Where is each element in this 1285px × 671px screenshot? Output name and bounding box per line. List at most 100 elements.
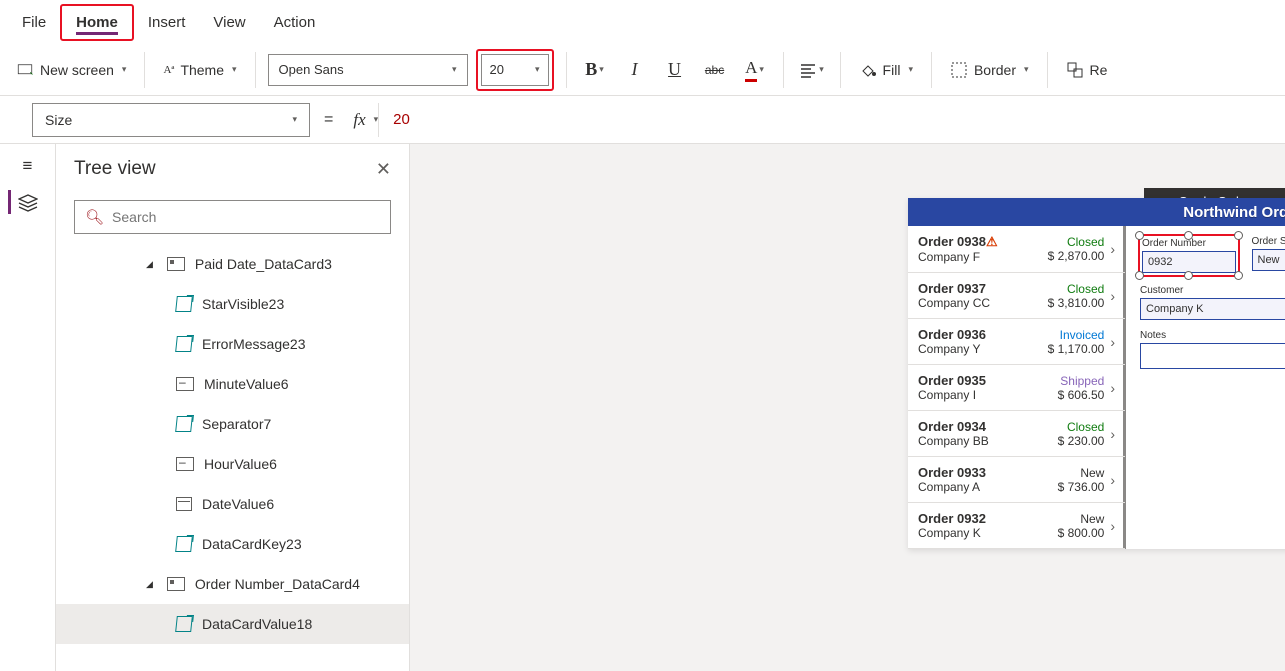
main-area: ≡ Tree view ✕ 🔍︎ ◢Paid Date_DataCard3 Sta… [0, 144, 1285, 671]
notes-label: Notes [1140, 330, 1285, 341]
tree-item[interactable]: DataCardValue18 [56, 604, 409, 644]
tree: ◢Paid Date_DataCard3 StarVisible23 ErrorMe… [56, 244, 409, 671]
property-name: Size [45, 112, 72, 128]
tree-item[interactable]: Separator7 [56, 404, 409, 444]
tree-item[interactable]: ◢Paid Date_DataCard3 [56, 244, 409, 284]
search-icon: 🔍︎ [85, 208, 104, 226]
font-size-value: 20 [490, 62, 504, 77]
equals-sign: = [310, 111, 347, 129]
order-list-item[interactable]: Order 0937Company CCClosed$ 3,810.00› [908, 273, 1125, 319]
chevron-right-icon: › [1110, 426, 1115, 442]
divider [566, 52, 567, 88]
tree-view-rail-icon[interactable] [18, 194, 38, 215]
tree-item-label: Paid Date_DataCard3 [195, 256, 332, 272]
tree-item-label: Order Number_DataCard4 [195, 576, 360, 592]
hamburger-icon[interactable]: ≡ [23, 156, 33, 176]
highlight-size: 20 ▾ [476, 49, 554, 91]
tree-item-label: DataCardKey23 [202, 536, 302, 552]
order-status-label: Order Status [1252, 236, 1285, 247]
tree-item[interactable]: ErrorMessage23 [56, 324, 409, 364]
font-select[interactable]: Open Sans ▾ [268, 54, 468, 86]
formula-bar: Size ▾ = fx ▾ 20 [0, 96, 1285, 144]
chevron-down-icon: ▾ [122, 64, 127, 75]
tree-item[interactable]: ◢Order Number_DataCard4 [56, 564, 409, 604]
tab-insert[interactable]: Insert [134, 6, 200, 39]
tree-item-label: DataCardValue18 [202, 616, 312, 632]
tab-view[interactable]: View [199, 6, 259, 39]
font-color-button[interactable]: A▾ [739, 54, 771, 86]
chevron-down-icon: ▾ [535, 64, 540, 75]
customer-select[interactable]: Company K [1140, 298, 1285, 320]
notes-input[interactable] [1140, 343, 1285, 369]
close-icon[interactable]: ✕ [376, 159, 391, 180]
customer-label: Customer [1140, 285, 1285, 296]
fill-icon [859, 61, 877, 79]
search-input[interactable] [112, 209, 380, 225]
formula-input[interactable]: 20 [378, 103, 1285, 137]
order-form: Order Number 0932 A Order Status New [1123, 226, 1285, 549]
order-list-item[interactable]: Order 0933Company ANew$ 736.00› [908, 457, 1125, 503]
tab-action[interactable]: Action [260, 6, 330, 39]
chevron-right-icon: › [1110, 518, 1115, 534]
new-screen-button[interactable]: New screen ▾ [10, 61, 132, 79]
divider [783, 52, 784, 88]
reorder-button[interactable]: Re [1060, 61, 1114, 79]
order-list-item[interactable]: Order 0932Company KNew$ 800.00› [908, 503, 1125, 549]
theme-button[interactable]: Aª Theme ▾ [157, 62, 242, 78]
bold-button[interactable]: B▾ [579, 54, 611, 86]
divider [1047, 52, 1048, 88]
fill-button[interactable]: Fill ▾ [853, 61, 919, 79]
search-box[interactable]: 🔍︎ [74, 200, 391, 234]
reorder-label: Re [1090, 62, 1108, 78]
border-icon [950, 61, 968, 79]
screen-icon [16, 61, 34, 79]
panel-title: Tree view [74, 158, 156, 180]
tab-file[interactable]: File [8, 6, 60, 39]
divider [255, 52, 256, 88]
divider [931, 52, 932, 88]
property-select[interactable]: Size ▾ [32, 103, 310, 137]
font-size-select[interactable]: 20 ▾ [481, 54, 549, 86]
order-list-item[interactable]: Order 0934Company BBClosed$ 230.00› [908, 411, 1125, 457]
tree-item-label: DateValue6 [202, 496, 274, 512]
tree-item-label: MinuteValue6 [204, 376, 289, 392]
chevron-right-icon: › [1110, 472, 1115, 488]
chevron-down-icon: ▾ [232, 64, 237, 75]
order-number-card[interactable]: Order Number 0932 [1138, 234, 1240, 277]
left-rail: ≡ [0, 144, 56, 671]
chevron-down-icon: ▾ [292, 114, 297, 125]
divider [144, 52, 145, 88]
tree-item-label: HourValue6 [204, 456, 277, 472]
order-number-input[interactable]: 0932 [1142, 251, 1236, 273]
tree-item-label: StarVisible23 [202, 296, 284, 312]
chevron-right-icon: › [1110, 334, 1115, 350]
menubar: File Home Insert View Action [0, 0, 1285, 44]
font-name: Open Sans [279, 62, 344, 77]
theme-label: Theme [180, 62, 224, 78]
tree-item[interactable]: DateValue6 [56, 484, 409, 524]
tree-item[interactable]: MinuteValue6 [56, 364, 409, 404]
tree-view-panel: Tree view ✕ 🔍︎ ◢Paid Date_DataCard3 StarV… [56, 144, 410, 671]
order-status-select[interactable]: New [1252, 249, 1285, 271]
order-list-item[interactable]: Order 0936Company YInvoiced$ 1,170.00› [908, 319, 1125, 365]
order-list-item[interactable]: Order 0938⚠Company FClosed$ 2,870.00› [908, 226, 1125, 273]
tree-item-label: Separator7 [202, 416, 271, 432]
align-button[interactable]: ▾ [796, 54, 828, 86]
chevron-right-icon: › [1110, 288, 1115, 304]
italic-button[interactable]: I [619, 54, 651, 86]
tree-item[interactable]: DataCardKey23 [56, 524, 409, 564]
chevron-down-icon: ▾ [452, 64, 457, 75]
underline-button[interactable]: U [659, 54, 691, 86]
tab-home[interactable]: Home [60, 4, 134, 41]
tree-item[interactable]: HourValue6 [56, 444, 409, 484]
align-icon [799, 61, 817, 79]
chevron-right-icon: › [1110, 241, 1115, 257]
order-list-item[interactable]: Order 0935Company IShipped$ 606.50› [908, 365, 1125, 411]
border-button[interactable]: Border ▾ [944, 61, 1035, 79]
fx-icon: fx [347, 110, 371, 130]
strikethrough-button[interactable]: abc [699, 54, 731, 86]
fill-label: Fill [883, 62, 901, 78]
tree-item[interactable]: StarVisible23 [56, 284, 409, 324]
reorder-icon [1066, 61, 1084, 79]
order-list: Order 0938⚠Company FClosed$ 2,870.00›Ord… [908, 226, 1126, 549]
